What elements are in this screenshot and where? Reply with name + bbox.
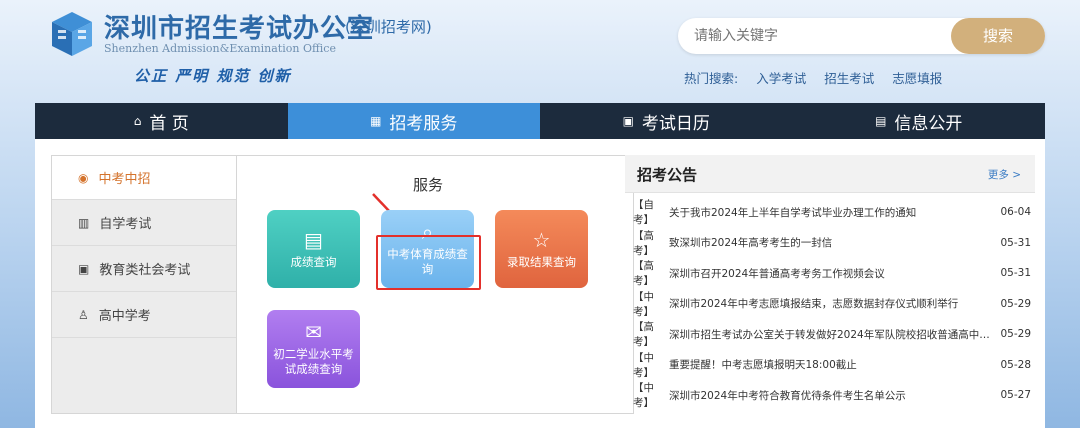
calendar-icon: ▣	[622, 114, 634, 128]
sidebar-item-label: 中考中招	[98, 172, 151, 187]
news-title: 深圳市召开2024年普通高考考务工作视频会议	[669, 267, 885, 280]
site-subtitle: (深圳招考网)	[345, 18, 432, 36]
list-item[interactable]: 【中考】 深圳市2024年中考志愿填报结束，志愿数据封存仪式顺利举行 05-29	[625, 289, 1035, 320]
more-link[interactable]: 更多 >	[988, 167, 1021, 182]
star-icon: ☆	[532, 227, 551, 252]
news-date: 05-31	[1000, 267, 1031, 280]
main-nav: ⌂ 首 页 ▦ 招考服务 ▣ 考试日历 ▤ 信息公开	[35, 103, 1045, 139]
news-title: 深圳市2024年中考符合教育优待条件考生名单公示	[669, 389, 906, 402]
sidebar-item-label: 教育类社会考试	[99, 263, 191, 278]
sidebar-item-label: 高中学考	[98, 309, 151, 324]
announcement-panel: 招考公告 更多 > 【自考】 关于我市2024年上半年自学考试毕业办理工作的通知…	[625, 155, 1035, 415]
news-title: 关于我市2024年上半年自学考试毕业办理工作的通知	[669, 206, 917, 219]
hot-link-application[interactable]: 志愿填报	[892, 71, 942, 86]
announcement-title: 招考公告	[637, 166, 698, 184]
news-date: 06-04	[1000, 206, 1031, 219]
nav-services-label: 招考服务	[389, 113, 458, 134]
home-icon: ⌂	[133, 114, 142, 128]
search-button[interactable]: 搜索	[951, 18, 1045, 54]
news-tag: 【中考】	[633, 382, 654, 410]
nav-calendar-label: 考试日历	[641, 113, 710, 134]
news-date: 05-27	[1000, 389, 1031, 402]
main-content: ◉ 中考中招 ▥ 自学考试 ▣ 教育类社会考试 ♙ 高中学考 服务 ▤ 成绩查询…	[35, 139, 1045, 428]
nav-disclosure-label: 信息公开	[894, 113, 963, 134]
service-label: 录取结果查询	[507, 254, 576, 269]
announcement-header: 招考公告 更多 >	[625, 155, 1035, 193]
news-tag: 【高考】	[633, 260, 654, 288]
sidebar: ◉ 中考中招 ▥ 自学考试 ▣ 教育类社会考试 ♙ 高中学考	[52, 156, 236, 413]
list-item[interactable]: 【中考】 深圳市2024年中考符合教育优待条件考生名单公示 05-27	[625, 380, 1035, 411]
hot-search-label: 热门搜索:	[684, 71, 739, 86]
nav-calendar[interactable]: ▣ 考试日历	[540, 103, 793, 139]
service-label: 初二学业水平考试成绩查询	[273, 347, 354, 376]
news-tag: 【高考】	[633, 321, 654, 349]
services-area: 服务 ▤ 成绩查询 ⌕ 中考体育成绩查询 ☆ 录取结果查询 ✉ 初二学业水平考试…	[236, 156, 633, 413]
sidebar-item-education-exam[interactable]: ▣ 教育类社会考试	[52, 246, 236, 292]
nav-home-label: 首 页	[149, 113, 189, 134]
search-icon: ⌕	[421, 220, 434, 244]
list-item[interactable]: 【高考】 致深圳市2024年高考考生的一封信 05-31	[625, 228, 1035, 259]
news-title: 深圳市招生考试办公室关于转发做好2024年军队院校招收普通高中毕业生工作的通知	[669, 328, 995, 341]
nav-home[interactable]: ⌂ 首 页	[35, 103, 288, 139]
list-item[interactable]: 【自考】 关于我市2024年上半年自学考试毕业办理工作的通知 06-04	[625, 197, 1035, 228]
list-item[interactable]: 【中考】 重要提醒！中考志愿填报明天18:00截止 05-28	[625, 350, 1035, 381]
sidebar-item-self-study[interactable]: ▥ 自学考试	[52, 200, 236, 246]
news-title: 致深圳市2024年高考考生的一封信	[669, 237, 833, 250]
file-icon: ▥	[78, 215, 90, 230]
hot-searches: 热门搜索: 入学考试 招生考试 志愿填报	[684, 68, 956, 87]
sidebar-item-label: 自学考试	[99, 217, 152, 232]
score-icon: ▤	[304, 227, 323, 252]
news-tag: 【中考】	[633, 290, 654, 318]
nav-disclosure[interactable]: ▤ 信息公开	[793, 103, 1046, 139]
search-box: 搜索	[678, 18, 1045, 54]
site-english-name: Shenzhen Admission&Examination Office	[104, 42, 336, 55]
user-icon: ♙	[78, 307, 89, 322]
news-tag: 【自考】	[633, 199, 654, 227]
sidebar-item-zhongkao[interactable]: ◉ 中考中招	[52, 156, 236, 200]
grid-icon: ▦	[370, 114, 382, 128]
hot-link-entrance-exam[interactable]: 入学考试	[756, 71, 806, 86]
news-date: 05-28	[1000, 358, 1031, 371]
badge-icon: ◉	[78, 170, 89, 185]
service-label: 中考体育成绩查询	[387, 247, 468, 276]
announcement-list: 【自考】 关于我市2024年上半年自学考试毕业办理工作的通知 06-04 【高考…	[625, 197, 1035, 411]
news-date: 05-29	[1000, 297, 1031, 310]
book-icon: ▣	[78, 261, 90, 276]
site-slogan: 公正 严明 规范 创新	[134, 67, 292, 85]
nav-services[interactable]: ▦ 招考服务	[287, 103, 540, 139]
grade8-score-query-button[interactable]: ✉ 初二学业水平考试成绩查询	[267, 310, 360, 388]
list-item[interactable]: 【高考】 深圳市招生考试办公室关于转发做好2024年军队院校招收普通高中毕业生工…	[625, 319, 1035, 350]
search-input[interactable]	[694, 26, 944, 46]
services-title: 服务	[413, 176, 444, 194]
service-panel: ◉ 中考中招 ▥ 自学考试 ▣ 教育类社会考试 ♙ 高中学考 服务 ▤ 成绩查询…	[51, 155, 634, 414]
news-date: 05-29	[1000, 328, 1031, 341]
admission-result-button[interactable]: ☆ 录取结果查询	[495, 210, 588, 288]
logo-icon	[52, 12, 92, 56]
pe-score-query-button[interactable]: ⌕ 中考体育成绩查询	[381, 210, 474, 288]
sidebar-item-high-school[interactable]: ♙ 高中学考	[52, 292, 236, 338]
list-item[interactable]: 【高考】 深圳市召开2024年普通高考考务工作视频会议 05-31	[625, 258, 1035, 289]
document-icon: ▤	[875, 114, 887, 128]
news-date: 05-31	[1000, 236, 1031, 249]
score-query-button[interactable]: ▤ 成绩查询	[267, 210, 360, 288]
site-header: 深圳市招生考试办公室 (深圳招考网) Shenzhen Admission&Ex…	[0, 0, 1080, 100]
service-label: 成绩查询	[290, 254, 337, 269]
site-title: 深圳市招生考试办公室	[104, 14, 375, 44]
hot-link-admission-exam[interactable]: 招生考试	[824, 71, 874, 86]
news-tag: 【高考】	[633, 229, 654, 257]
news-title: 重要提醒！中考志愿填报明天18:00截止	[669, 359, 857, 372]
news-title: 深圳市2024年中考志愿填报结束，志愿数据封存仪式顺利举行	[669, 298, 959, 311]
certificate-icon: ✉	[305, 320, 322, 344]
news-tag: 【中考】	[633, 351, 654, 379]
